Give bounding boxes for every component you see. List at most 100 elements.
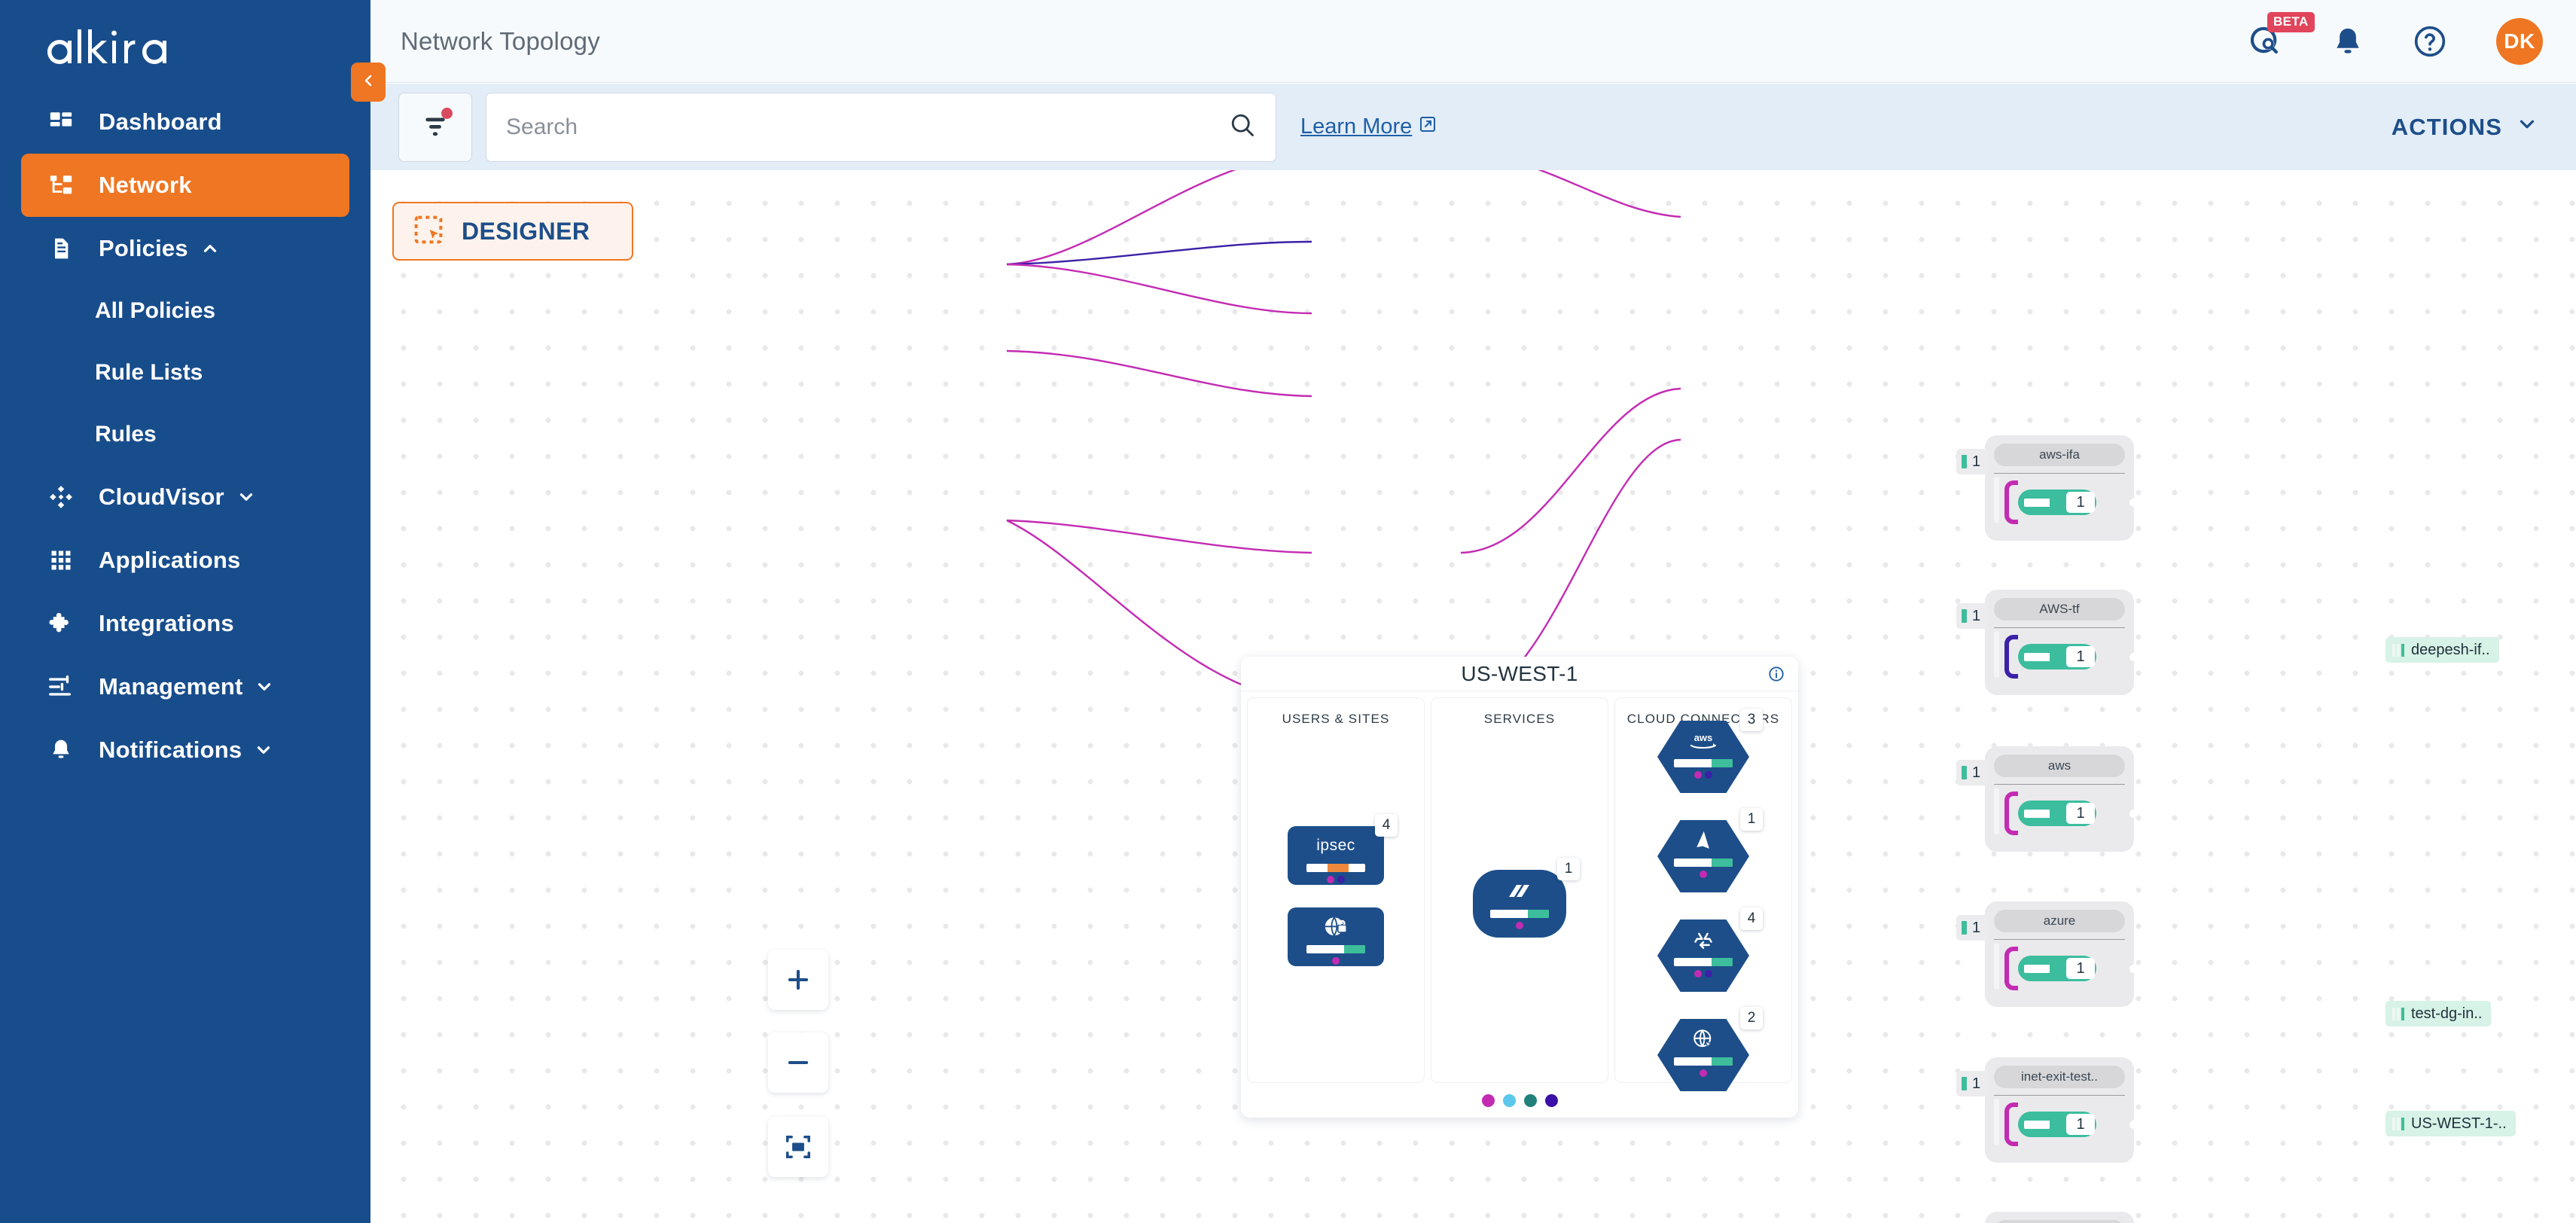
card-spine: [1994, 1099, 1999, 1145]
tag-bars-icon: [2392, 1007, 2404, 1020]
applications-icon: [46, 545, 76, 575]
card-bracket: [2004, 635, 2018, 679]
status-bar-icon: [1962, 921, 1967, 935]
chevron-up-icon[interactable]: [200, 239, 220, 258]
tag-label: US-WEST-1-..: [2411, 1115, 2507, 1132]
node-badge: 3: [1740, 709, 1763, 731]
sidebar-item-policies[interactable]: Policies: [21, 217, 349, 280]
footer-dot: [1544, 1093, 1558, 1107]
search-box[interactable]: [486, 92, 1276, 162]
sidebar-sub-label: Rules: [95, 422, 157, 447]
sidebar-item-all-policies[interactable]: All Policies: [0, 280, 370, 342]
policies-icon: [46, 233, 76, 264]
pill-bar: [2024, 964, 2065, 973]
footer-dot: [1523, 1093, 1537, 1107]
learn-more-label: Learn More: [1300, 114, 1413, 139]
pill-value: 1: [2066, 1114, 2095, 1135]
node-shape: [1657, 1019, 1749, 1091]
sidebar-item-cloudvisor[interactable]: CloudVisor: [21, 465, 349, 529]
node-status-bar: [1674, 859, 1733, 867]
column-title: SERVICES: [1483, 712, 1556, 726]
status-bar-icon: [1962, 455, 1967, 468]
external-link-icon: [1419, 114, 1437, 139]
card-count-value: 1: [1972, 453, 1981, 470]
node-dots: [1516, 922, 1523, 929]
card-divider: [1994, 627, 2125, 628]
avatar[interactable]: DK: [2496, 17, 2543, 65]
pill-value: 1: [2066, 958, 2095, 979]
endpoint-tag-us-west-1[interactable]: US-WEST-1-..: [2385, 1111, 2516, 1136]
sidebar-item-integrations[interactable]: Integrations: [21, 592, 349, 655]
sidebar-collapse-button[interactable]: [351, 63, 386, 102]
connector-card-aws[interactable]: 1 aws 1: [1956, 746, 2138, 852]
node-dots: [1700, 871, 1707, 878]
sidebar-item-notifications[interactable]: Notifications: [21, 718, 349, 782]
node-service-panw[interactable]: 1: [1473, 858, 1580, 938]
chevron-down-icon[interactable]: [255, 677, 274, 697]
node-internet-connector[interactable]: 2: [1657, 1007, 1763, 1091]
top-header: Network Topology BETA DK: [370, 0, 2576, 83]
node-dots: [1700, 1069, 1707, 1077]
column-title: USERS & SITES: [1282, 712, 1390, 726]
bell-icon[interactable]: [2332, 26, 2364, 57]
card-bracket: [2004, 480, 2018, 524]
node-badge: 4: [1375, 814, 1398, 837]
node-status-bar: [1674, 958, 1733, 966]
node-aws-connector[interactable]: 3 aws: [1657, 709, 1763, 793]
learn-more-link[interactable]: Learn More: [1300, 114, 1437, 139]
svg-text:aws: aws: [1694, 732, 1713, 743]
sidebar-sub-label: Rule Lists: [95, 360, 203, 385]
card-title: inet-exit-test..: [1994, 1066, 2125, 1088]
filter-button[interactable]: [398, 92, 472, 162]
card-title: aws: [1994, 755, 2125, 777]
region-columns: USERS & SITES 4 ipsec SERVICES 1 CLOUD C…: [1241, 691, 1798, 1091]
node-ipsec[interactable]: 4 ipsec: [1288, 814, 1398, 885]
endpoint-tag-test-dg-in[interactable]: test-dg-in..: [2385, 1001, 2492, 1026]
chevron-down-icon: [2516, 113, 2538, 142]
info-icon[interactable]: [1768, 666, 1785, 686]
node-remote-access[interactable]: [1288, 907, 1384, 966]
notifications-icon: [46, 735, 76, 765]
azure-icon: [1691, 828, 1715, 853]
search-input[interactable]: [506, 114, 1229, 140]
help-circle-icon[interactable]: [2413, 25, 2446, 58]
node-oci-connector[interactable]: 4: [1657, 907, 1763, 992]
endpoint-tag-deepesh-if[interactable]: deepesh-if..: [2385, 637, 2499, 663]
card-pill: 1: [2018, 644, 2096, 669]
card-port: [2129, 810, 2138, 818]
connector-card-alk-inb-int-gr[interactable]: 1 ALK-INB-INT-GR.. 1: [1985, 1212, 2134, 1223]
chevron-down-icon[interactable]: [254, 740, 273, 760]
connector-card-inet-exit-test[interactable]: 1 inet-exit-test.. 1: [1956, 1057, 2138, 1163]
sidebar-label: Applications: [99, 547, 241, 573]
card-count: 1: [1956, 449, 1988, 474]
sidebar-item-network[interactable]: Network: [21, 154, 349, 217]
sidebar-label: Policies: [99, 235, 188, 261]
sidebar-item-applications[interactable]: Applications: [21, 529, 349, 592]
tag-label: deepesh-if..: [2411, 641, 2490, 658]
header-actions: BETA DK: [2248, 11, 2576, 65]
chevron-down-icon[interactable]: [236, 487, 256, 507]
node-dots: [1332, 957, 1340, 965]
sidebar-label: Network: [99, 172, 192, 198]
dashboard-icon: [46, 107, 76, 137]
sidebar-item-dashboard[interactable]: Dashboard: [21, 90, 349, 154]
pill-value: 1: [2066, 492, 2095, 513]
connector-card-azure[interactable]: 1 azure 1: [1956, 901, 2138, 1007]
globe-search-icon[interactable]: BETA: [2248, 11, 2315, 59]
connector-card-aws-ifa[interactable]: 1 aws-ifa 1: [1956, 435, 2138, 541]
sidebar-item-rule-lists[interactable]: Rule Lists: [0, 342, 370, 404]
tag-bars-icon: [2392, 1117, 2404, 1130]
pill-bar: [2024, 1120, 2065, 1129]
pill-value: 1: [2066, 646, 2095, 667]
topology-canvas[interactable]: DESIGNER Legend US-WEST-1 USERS & S: [370, 170, 2576, 1223]
actions-button[interactable]: ACTIONS: [2392, 113, 2538, 142]
connector-card-aws-tf[interactable]: 1 AWS-tf 1: [1956, 590, 2138, 695]
pill-bar: [2024, 498, 2065, 507]
node-azure-connector[interactable]: 1: [1657, 808, 1763, 892]
region-panel-us-west-1[interactable]: US-WEST-1 USERS & SITES 4 ipsec SERVICES…: [1241, 657, 1798, 1118]
card-bracket: [2004, 947, 2018, 990]
search-icon[interactable]: [1229, 111, 1256, 142]
sidebar-item-rules[interactable]: Rules: [0, 404, 370, 465]
alkira-logo[interactable]: [0, 8, 370, 90]
sidebar-item-management[interactable]: Management: [21, 655, 349, 718]
